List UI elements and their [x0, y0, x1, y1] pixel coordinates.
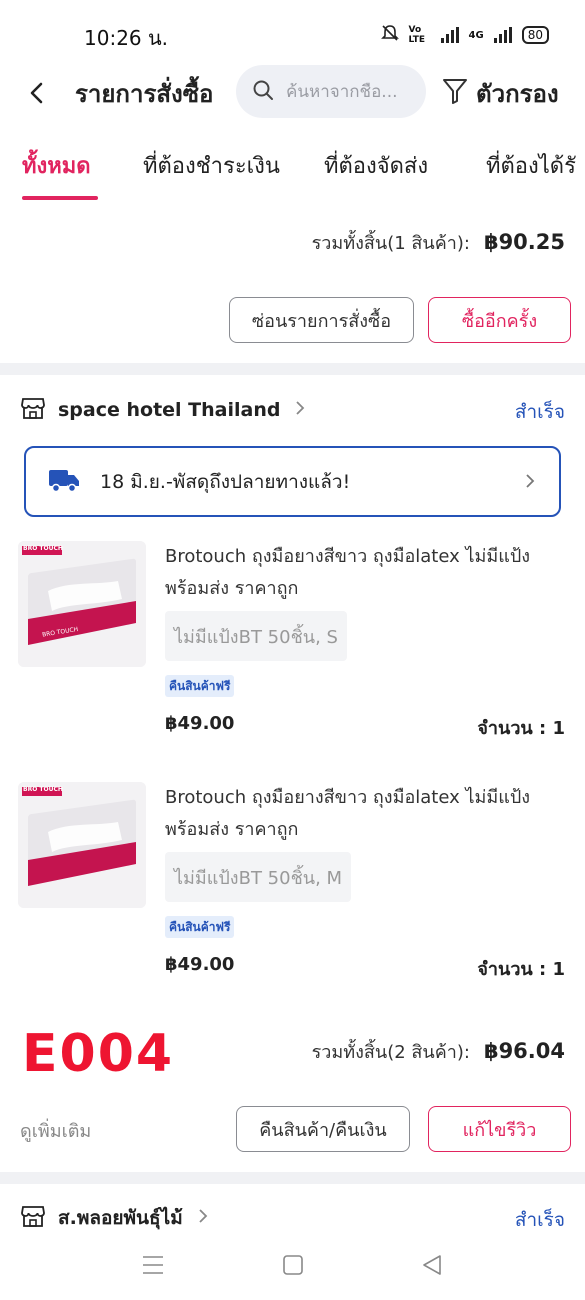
delivery-truck-icon — [48, 466, 80, 498]
search-icon — [252, 79, 274, 105]
menu-lines-icon[interactable] — [140, 1252, 166, 1282]
system-nav-bar — [0, 1236, 585, 1300]
order1-total-label: รวมทั้งสิ้น(1 สินค้า): — [311, 233, 470, 254]
signal-icon-2 — [493, 27, 512, 43]
section-divider — [0, 363, 585, 375]
status-time: 10:26 น. — [84, 26, 169, 50]
order2-shop-row[interactable]: space hotel Thailand สำเร็จ — [20, 395, 565, 425]
status-bar: 10:26 น. Vo LTE 4G 80 — [0, 0, 585, 60]
product-thumbnail: BRO TOUCH — [18, 782, 146, 908]
product-item[interactable]: BRO TOUCH Brotouch ถุงมือยางสีขาว ถุงมือ… — [18, 782, 568, 992]
order3-shop-name: ส.พลอยพันธุ์ไม้ — [58, 1207, 183, 1229]
order-status-tabs: ทั้งหมด ที่ต้องชำระเงิน ที่ต้องจัดส่ง ที… — [0, 138, 585, 204]
hide-order-button[interactable]: ซ่อนรายการสั่งซื้อ — [229, 297, 414, 343]
product-quantity: จำนวน : 1 — [477, 959, 565, 980]
product-quantity: จำนวน : 1 — [477, 718, 565, 739]
refund-button[interactable]: คืนสินค้า/คืนเงิน — [236, 1106, 410, 1152]
filter-button[interactable]: ตัวกรอง — [442, 74, 559, 113]
product-price: ฿49.00 — [165, 954, 235, 975]
home-square-icon[interactable] — [280, 1252, 306, 1282]
see-more-link[interactable]: ดูเพิ่มเติม — [20, 1116, 91, 1145]
edit-review-button[interactable]: แก้ไขรีวิว — [428, 1106, 571, 1152]
product-variant: ไม่มีแป้งBT 50ชิ้น, S — [165, 611, 347, 661]
tracking-banner[interactable]: 18 มิ.ย.-พัสดุถึงปลายทางแล้ว! — [24, 446, 561, 517]
page-title: รายการสั่งซื้อ — [75, 80, 214, 108]
section-divider — [0, 1172, 585, 1184]
free-return-badge: คืนสินค้าฟรี — [165, 675, 235, 697]
chevron-right-icon — [294, 398, 306, 422]
shop-icon — [20, 395, 46, 425]
filter-funnel-icon — [442, 77, 468, 111]
back-arrow-icon[interactable] — [22, 78, 52, 108]
tracking-text: 18 มิ.ย.-พัสดุถึงปลายทางแล้ว! — [100, 470, 351, 493]
tab-to-receive[interactable]: ที่ต้องได้รั — [486, 148, 576, 183]
tab-all[interactable]: ทั้งหมด — [22, 148, 91, 183]
mute-bell-icon — [380, 24, 399, 46]
product-variant: ไม่มีแป้งBT 50ชิ้น, M — [165, 852, 352, 902]
battery-icon: 80 — [521, 26, 549, 44]
order-code-label: E004 — [22, 1024, 175, 1084]
order3-shop-row[interactable]: ส.พลอยพันธุ์ไม้ สำเร็จ — [20, 1203, 565, 1233]
chevron-right-icon — [523, 468, 537, 498]
free-return-badge: คืนสินค้าฟรี — [165, 916, 235, 938]
shop-icon — [20, 1203, 46, 1233]
volte-label: Vo LTE — [408, 25, 426, 45]
thumbnail-brand: BRO TOUCH — [23, 545, 63, 552]
chevron-right-icon — [197, 1206, 209, 1230]
filter-label: ตัวกรอง — [476, 80, 559, 108]
product-name: Brotouch ถุงมือยางสีขาว ถุงมือlatex ไม่ม… — [165, 546, 531, 599]
order1-total-amount: ฿90.25 — [483, 230, 565, 254]
tab-to-pay[interactable]: ที่ต้องชำระเงิน — [143, 148, 280, 183]
network-type: 4G — [468, 29, 484, 41]
active-tab-indicator — [22, 196, 98, 200]
thumbnail-brand: BRO TOUCH — [23, 786, 63, 793]
order1-total-row: รวมทั้งสิ้น(1 สินค้า): ฿90.25 — [312, 228, 565, 257]
product-item[interactable]: BRO TOUCH BRO TOUCH Brotouch ถุงมือยางสี… — [18, 541, 568, 751]
product-name: Brotouch ถุงมือยางสีขาว ถุงมือlatex ไม่ม… — [165, 787, 531, 840]
order2-total-row: รวมทั้งสิ้น(2 สินค้า): ฿96.04 — [312, 1037, 565, 1066]
product-thumbnail: BRO TOUCH BRO TOUCH — [18, 541, 146, 667]
order2-status: สำเร็จ — [514, 401, 565, 423]
order2-total-amount: ฿96.04 — [483, 1039, 565, 1063]
search-box[interactable] — [236, 65, 426, 118]
buy-again-button[interactable]: ซื้ออีกครั้ง — [428, 297, 571, 343]
back-triangle-icon[interactable] — [420, 1252, 446, 1282]
top-header: รายการสั่งซื้อ ตัวกรอง — [0, 60, 585, 124]
signal-icon — [440, 27, 459, 43]
order2-total-label: รวมทั้งสิ้น(2 สินค้า): — [311, 1042, 470, 1063]
tab-to-ship[interactable]: ที่ต้องจัดส่ง — [324, 148, 428, 183]
search-input[interactable] — [286, 81, 416, 102]
order2-shop-name: space hotel Thailand — [58, 399, 281, 421]
product-price: ฿49.00 — [165, 713, 235, 734]
order3-status: สำเร็จ — [514, 1209, 565, 1231]
